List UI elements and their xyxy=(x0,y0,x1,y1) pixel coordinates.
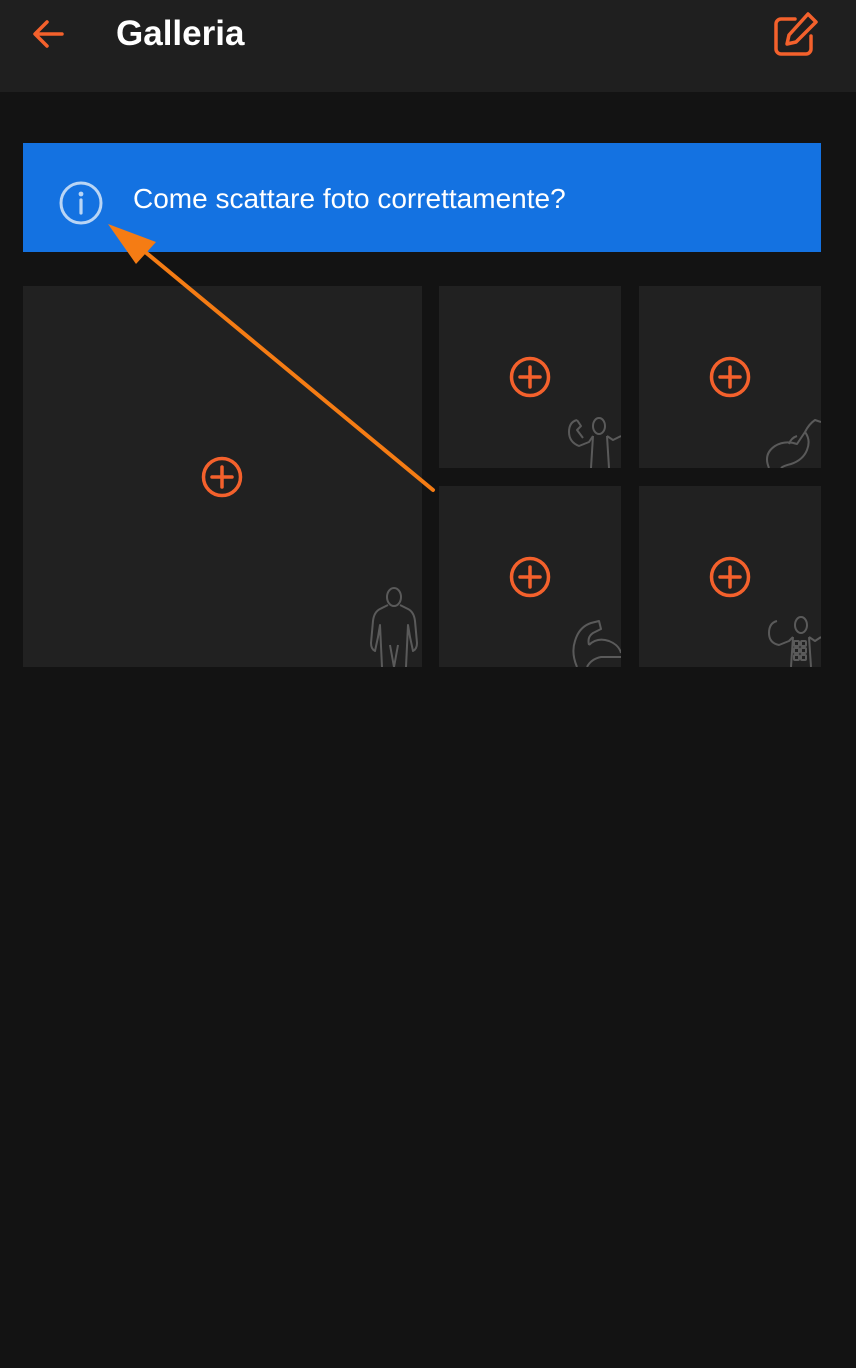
double-biceps-icon xyxy=(568,417,621,468)
photo-slot-side-arm[interactable] xyxy=(439,486,621,667)
body-front-icon xyxy=(370,587,418,667)
arm-side-icon xyxy=(572,620,621,667)
top-app-bar: Galleria xyxy=(0,0,856,92)
photo-slot-front-double-biceps[interactable] xyxy=(439,286,621,468)
back-button[interactable] xyxy=(22,8,74,60)
photo-slot-arm-flex[interactable] xyxy=(639,286,821,468)
plus-circle-icon xyxy=(509,556,551,598)
plus-circle-icon xyxy=(509,356,551,398)
plus-circle-icon xyxy=(709,356,751,398)
page-title: Galleria xyxy=(116,14,245,53)
edit-button[interactable] xyxy=(766,6,824,64)
abs-pose-icon xyxy=(768,616,821,667)
arm-flex-icon xyxy=(766,419,821,468)
photo-slot-front-full-body[interactable] xyxy=(23,286,422,667)
photo-tips-banner[interactable]: Come scattare foto correttamente? xyxy=(23,143,821,252)
info-icon xyxy=(59,181,103,225)
arrow-left-icon xyxy=(33,20,64,48)
plus-circle-icon xyxy=(201,456,243,498)
edit-icon xyxy=(774,12,818,56)
plus-circle-icon xyxy=(709,556,751,598)
photo-slot-abs-pose[interactable] xyxy=(639,486,821,667)
photo-tips-text: Come scattare foto correttamente? xyxy=(133,183,566,214)
